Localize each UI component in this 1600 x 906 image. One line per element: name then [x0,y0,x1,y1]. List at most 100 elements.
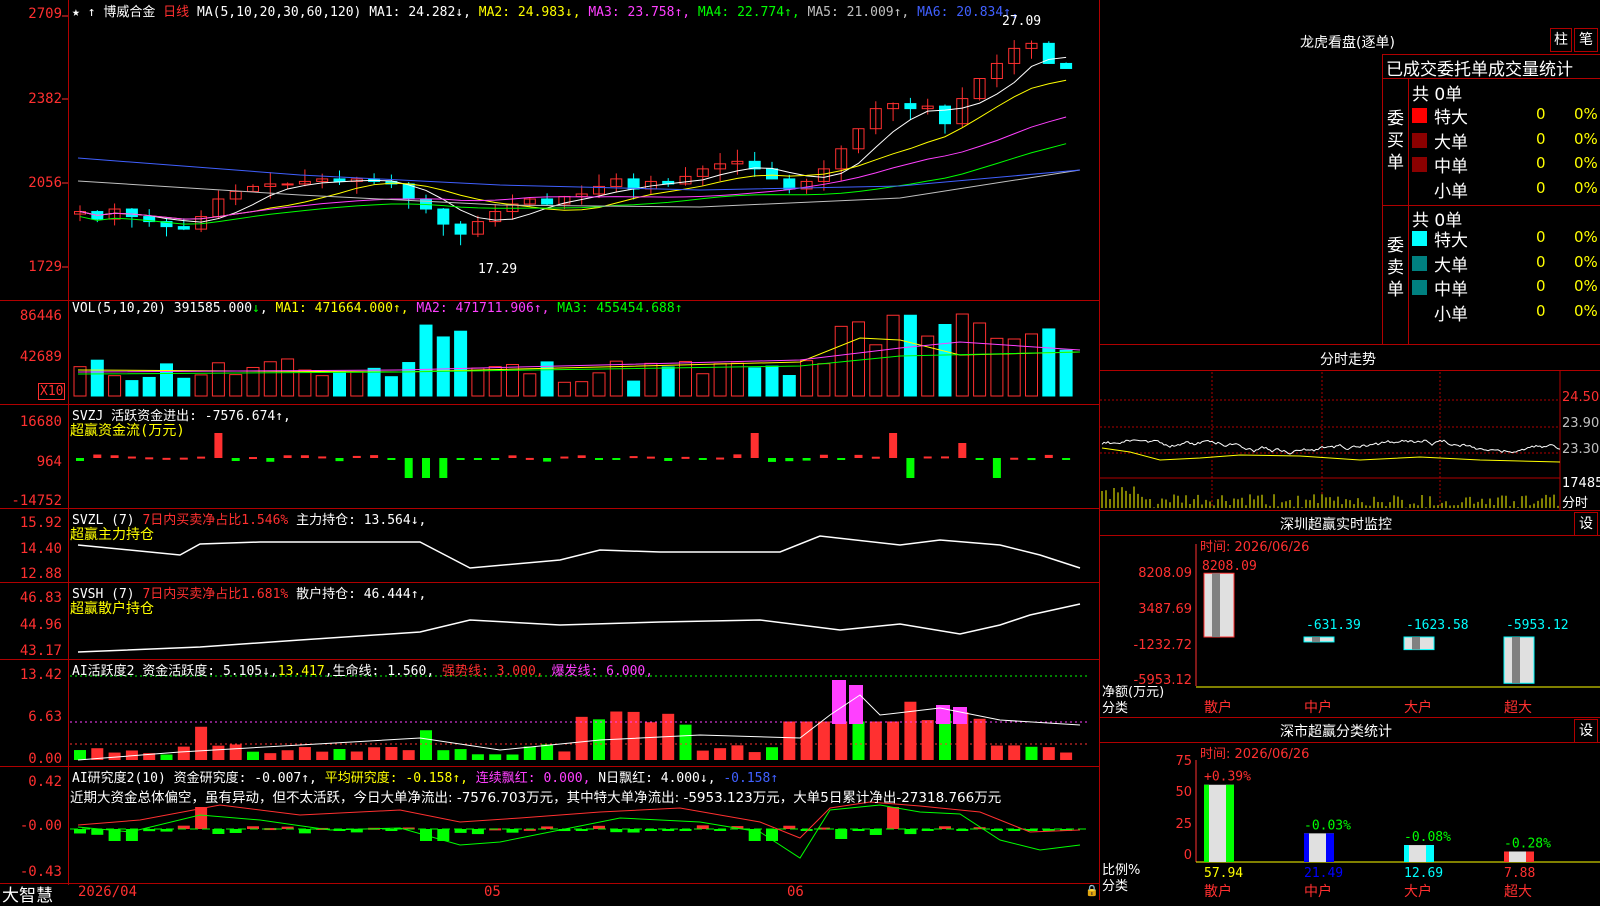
volume-bar [627,380,641,397]
chart-area[interactable]: ★ ↑ 博威合金 日线 MA(5,10,20,30,60,120) MA1: 2… [0,0,1100,906]
research-bar [212,829,225,834]
classify-value-label: 12.69 [1404,866,1443,881]
activity-bar [368,747,381,760]
volume-bar [1042,328,1056,397]
classify-bar-accent [1326,833,1334,862]
star-icon[interactable]: ★ [72,5,80,20]
volume-bar [229,374,243,397]
brand-label: 大智慧 [2,886,53,906]
fund-flow-bar [525,457,534,460]
volume-bar [696,373,710,397]
price-axis-tick: 2056 [28,175,62,191]
volume-bar [298,369,312,397]
activity-bar [869,721,882,760]
fund-flow-bar [76,458,84,461]
ma-value-4: MA4: 22.774↑, [690,5,800,20]
fund-flow-bar [543,458,552,462]
fund-flow-bar [646,456,655,459]
activity-bar [177,746,190,760]
volume-bar [713,363,727,397]
activity-bar [454,749,467,760]
vol-header: VOL(5,10,20) 391585.000↓, MA1: 471664.00… [72,301,683,316]
ma-toggle-arrow[interactable]: ↑ [88,5,96,20]
fund-flow-bar [854,454,863,458]
date-axis-start: 2026/04 [78,884,138,900]
classify-bar-accent [1304,833,1309,862]
fund-flow-bar [560,456,569,459]
fund-flow-bar [1062,458,1071,460]
fund-flow-bar [906,458,915,478]
classify-value-label: 21.49 [1304,866,1343,881]
fund-flow-bar [283,455,292,458]
ai-active-life: ,生命线: 1.560, [324,664,435,679]
fund-flow-bar [785,458,794,462]
fund-flow-bar [750,433,759,458]
fund-flow-bar [422,458,430,478]
fund-flow-bar [871,456,880,459]
fund-flow-bar [612,458,621,460]
chart-canvas [62,15,1090,859]
price-axis-tick: 2382 [28,91,62,107]
ma-line [79,116,1067,220]
volume-bar [661,366,675,397]
fund-flow-bar [681,456,690,459]
classify-bar-accent [1426,845,1434,862]
svsh-subtitle: 超赢散户持仓 [70,601,154,617]
monitor-category: 超大 [1504,700,1532,716]
volume-bar [384,376,398,397]
right-panel: 龙虎看盘(逐单) 柱 笔 已成交委托单成交量统计 委买单 委卖单 共 0单 共 … [1100,0,1600,900]
fund-flow-bar [266,458,275,462]
volume-bar [177,377,191,397]
activity-bar [247,751,259,760]
activity-bar [731,745,744,760]
monitor-category: 散户 [1204,699,1232,716]
vol-unit-badge[interactable]: X10 [38,383,66,400]
activity-bar [506,754,519,760]
svzl-ratio: 7日内买卖净占比1.546% [142,513,289,528]
svsh-axis-tick: 43.17 [19,643,62,659]
fund-flow-bar [733,454,742,458]
volume-bar [246,366,260,397]
activity-bar [679,724,692,760]
ai-active-burst: 爆发线: 6.000, [543,664,654,679]
research-line [77,801,1081,839]
price-header: ★ ↑ 博威合金 日线 MA(5,10,20,30,60,120) MA1: 2… [72,1,1019,20]
vol-ma3: MA3: 455454.688↑ [557,301,683,316]
fund-flow-bar [923,456,932,459]
classify-pct-label: -0.03% [1304,818,1351,833]
volume-bar [125,380,139,397]
svsh-axis-tick: 46.83 [19,590,62,606]
fund-flow-bar [231,458,240,462]
fund-flow-bar [1010,457,1019,460]
candle-body [333,178,346,182]
classify-category: 大户 [1404,883,1432,900]
right-charts: 8208.09 散户 -631.39 中户 -1623.58 大户 -5953.12 超大 +0… [1100,370,1600,900]
classify-pct-label: -0.28% [1504,836,1551,851]
ai-active-prefix: AI活跃度2 资金活跃度: 5.105↓, [72,664,278,679]
research-bar [835,829,848,839]
fund-flow-bar [439,458,448,478]
fund-flow-bar [975,458,984,460]
period-label[interactable]: 日线 [163,5,189,20]
activity-bar [471,754,484,760]
volume-bar [817,363,831,397]
volume-bar [730,362,744,397]
activity-bar [714,748,727,760]
ai-research-avg: 平均研究度: -0.158↑, [316,771,468,786]
research-bar [298,829,311,834]
activity-bar [385,746,398,760]
research-bar [766,829,778,841]
fund-flow-bar [197,456,206,459]
classify-bar-accent [1226,784,1234,862]
ai-research-axis-tick: 0.42 [28,774,62,790]
svzl-subtitle: 超赢主力持仓 [70,527,154,543]
activity-bar [1060,752,1073,760]
date-axis-month: 06 [787,884,804,900]
research-bar [471,829,484,835]
svzj-axis-tick: 16680 [19,414,62,430]
lock-icon[interactable]: 🔒 [1085,884,1099,897]
activity-bar [627,711,640,760]
classify-pct-label: -0.08% [1404,830,1451,845]
ai-research-tail: -0.158↑ [715,771,779,786]
fund-flow-bar [768,458,776,462]
